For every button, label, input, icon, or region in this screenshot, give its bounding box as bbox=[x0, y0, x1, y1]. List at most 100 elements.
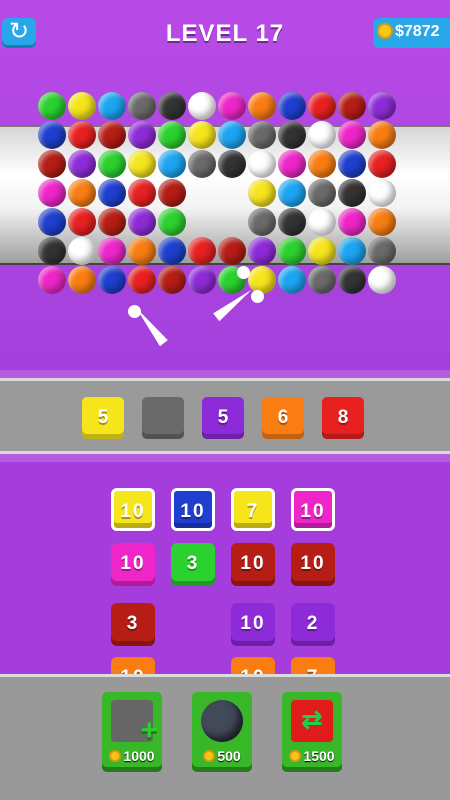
color-cube: 7 bbox=[291, 657, 335, 674]
board-ball bbox=[128, 237, 156, 265]
board-ball bbox=[128, 92, 156, 120]
board-ball bbox=[278, 208, 306, 236]
board-ball bbox=[188, 150, 216, 178]
board-ball bbox=[38, 179, 66, 207]
board-ball bbox=[248, 150, 276, 178]
board-ball bbox=[98, 266, 126, 294]
board-ball bbox=[368, 208, 396, 236]
board-ball bbox=[98, 208, 126, 236]
board-ball bbox=[68, 92, 96, 120]
board-ball bbox=[38, 92, 66, 120]
board-ball bbox=[68, 266, 96, 294]
filled-slot: 6 bbox=[262, 397, 304, 439]
board-ball bbox=[38, 237, 66, 265]
shuffle-icon: ⇄ bbox=[291, 700, 333, 742]
bomb-booster[interactable]: 500 bbox=[192, 692, 252, 772]
board-ball bbox=[38, 150, 66, 178]
board-ball bbox=[218, 237, 246, 265]
board-ball bbox=[368, 237, 396, 265]
bomb-icon bbox=[201, 700, 243, 742]
board-ball bbox=[338, 237, 366, 265]
board-ball bbox=[248, 237, 276, 265]
filled-slot: 5 bbox=[82, 397, 124, 439]
board-ball bbox=[248, 208, 276, 236]
board-ball bbox=[338, 121, 366, 149]
board-ball bbox=[158, 208, 186, 236]
board-ball bbox=[338, 179, 366, 207]
board-ball bbox=[98, 121, 126, 149]
slot-panel: 5568 bbox=[0, 378, 450, 454]
board-ball bbox=[98, 150, 126, 178]
board-ball bbox=[368, 150, 396, 178]
booster-price: 500 bbox=[192, 748, 252, 764]
board-ball bbox=[68, 121, 96, 149]
board-ball bbox=[248, 121, 276, 149]
color-cube: 10 bbox=[111, 543, 155, 586]
board-ball bbox=[38, 266, 66, 294]
board-ball bbox=[368, 266, 396, 294]
coin-icon bbox=[109, 750, 122, 762]
board-ball bbox=[278, 121, 306, 149]
board-ball bbox=[278, 179, 306, 207]
booster-bar: +1000 500 ⇄ 1500 bbox=[0, 674, 450, 800]
color-cube: 10 bbox=[231, 543, 275, 586]
cube-queue: 10 10 7 10 10 3 10 10 3 10 2 10 10 7 bbox=[0, 462, 450, 674]
board-ball bbox=[188, 92, 216, 120]
empty-slot bbox=[142, 397, 184, 439]
filled-slot: 8 bbox=[322, 397, 364, 439]
board-ball bbox=[158, 237, 186, 265]
add-slot-booster[interactable]: +1000 bbox=[102, 692, 162, 772]
board-ball bbox=[188, 121, 216, 149]
game-board: ↻ LEVEL 17 $7872 bbox=[0, 0, 450, 370]
color-cube: 10 bbox=[291, 543, 335, 586]
board-ball bbox=[278, 237, 306, 265]
projectile bbox=[237, 266, 250, 279]
color-cube[interactable]: 7 bbox=[231, 488, 275, 531]
board-ball bbox=[128, 179, 156, 207]
board-ball bbox=[68, 208, 96, 236]
board-ball bbox=[68, 179, 96, 207]
add-slot-icon: + bbox=[111, 700, 158, 747]
board-ball bbox=[158, 179, 186, 207]
board-ball bbox=[308, 92, 336, 120]
board-ball bbox=[38, 121, 66, 149]
board-ball bbox=[338, 208, 366, 236]
board-ball bbox=[368, 92, 396, 120]
coin-icon bbox=[377, 23, 393, 39]
color-cube: 10 bbox=[231, 603, 275, 646]
ball-grid bbox=[38, 92, 400, 300]
board-ball bbox=[308, 179, 336, 207]
color-cube: 2 bbox=[291, 603, 335, 646]
board-ball bbox=[278, 266, 306, 294]
board-ball bbox=[278, 92, 306, 120]
board-ball bbox=[308, 266, 336, 294]
color-cube: 10 bbox=[111, 657, 155, 674]
filled-slot: 5 bbox=[202, 397, 244, 439]
booster-price: 1000 bbox=[102, 748, 162, 764]
board-ball bbox=[68, 150, 96, 178]
board-ball bbox=[368, 179, 396, 207]
color-cube: 3 bbox=[111, 603, 155, 646]
board-ball bbox=[308, 208, 336, 236]
board-ball bbox=[188, 266, 216, 294]
board-ball bbox=[128, 121, 156, 149]
board-ball bbox=[128, 208, 156, 236]
board-ball bbox=[308, 121, 336, 149]
board-ball bbox=[158, 266, 186, 294]
color-cube[interactable]: 10 bbox=[111, 488, 155, 531]
color-cube[interactable]: 10 bbox=[291, 488, 335, 531]
board-ball bbox=[98, 179, 126, 207]
board-ball bbox=[128, 150, 156, 178]
board-ball bbox=[338, 150, 366, 178]
board-ball bbox=[158, 150, 186, 178]
coin-counter: $7872 bbox=[373, 18, 450, 48]
coin-icon bbox=[203, 750, 216, 762]
board-ball bbox=[218, 150, 246, 178]
board-ball bbox=[248, 179, 276, 207]
board-ball bbox=[158, 121, 186, 149]
board-ball bbox=[248, 92, 276, 120]
board-ball bbox=[128, 266, 156, 294]
coin-amount: $7872 bbox=[395, 23, 440, 40]
color-cube[interactable]: 10 bbox=[171, 488, 215, 531]
shuffle-booster[interactable]: ⇄ 1500 bbox=[282, 692, 342, 772]
